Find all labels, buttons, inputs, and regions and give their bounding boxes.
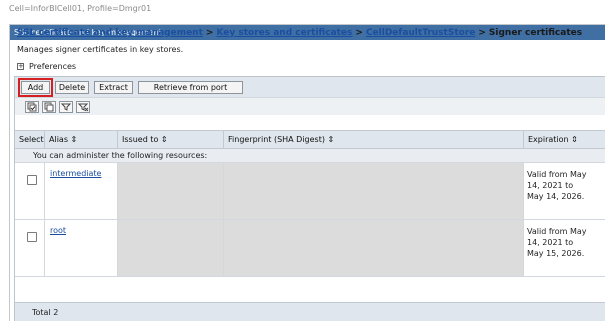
alias-column-header[interactable]: Alias ⇕ <box>45 131 118 148</box>
table-header-row: Select Alias ⇕ Issued to ⇕ Fingerprint (… <box>15 130 605 149</box>
redacted-fingerprint <box>224 163 523 219</box>
breadcrumb-separator: > <box>205 28 214 38</box>
clear-filter-icon[interactable] <box>76 101 90 113</box>
expiration-cell: Valid from May 14, 2021 to May 15, 2026. <box>524 220 605 276</box>
fingerprint-cell <box>224 163 524 219</box>
issued-to-cell <box>118 220 224 276</box>
row-checkbox[interactable] <box>27 175 37 185</box>
select-cell <box>15 163 45 219</box>
breadcrumb-separator: > <box>478 28 486 38</box>
expiration-text: Valid from May 14, 2021 to May 14, 2026. <box>527 170 587 201</box>
fingerprint-column-label: Fingerprint (SHA Digest) <box>228 135 325 144</box>
expiration-column-header[interactable]: Expiration ⇕ <box>524 131 605 148</box>
redacted-issued-to <box>118 163 223 219</box>
select-cell <box>15 220 45 276</box>
icon-toolbar <box>15 97 605 115</box>
expiration-column-label: Expiration <box>528 135 569 144</box>
show-filter-icon[interactable] <box>59 101 73 113</box>
delete-button[interactable]: Delete <box>55 81 89 94</box>
fingerprint-column-header[interactable]: Fingerprint (SHA Digest) ⇕ <box>224 131 524 148</box>
issued-to-cell <box>118 163 224 219</box>
sort-icon[interactable]: ⇕ <box>161 135 168 144</box>
plus-box-icon[interactable]: + <box>17 63 24 70</box>
deselect-all-icon[interactable] <box>42 101 56 113</box>
breadcrumb-ssl-link[interactable]: SSL certificate and key management <box>17 28 203 38</box>
breadcrumb: SSL certificate and key management > Key s… <box>17 28 582 38</box>
extract-button[interactable]: Extract <box>94 81 133 94</box>
expiration-text: Valid from May 14, 2021 to May 15, 2026. <box>527 227 587 258</box>
cell-profile-label: Cell=InforBICell01, Profile=Dmgr01 <box>9 4 152 13</box>
signer-certificates-table: Add Delete Extract Retrieve from port Se… <box>14 76 605 321</box>
table-row: root Valid from May 14, 2021 to May 15, … <box>15 220 605 277</box>
breadcrumb-separator: > <box>355 28 363 38</box>
preferences-label: Preferences <box>29 62 77 71</box>
select-all-icon[interactable] <box>25 101 39 113</box>
admin-message: You can administer the following resourc… <box>15 149 605 163</box>
table-row: intermediate Valid from May 14, 2021 to … <box>15 163 605 220</box>
total-count: Total 2 <box>15 302 605 321</box>
preferences-toggle[interactable]: + Preferences <box>17 62 76 71</box>
alias-link-intermediate[interactable]: intermediate <box>50 169 101 178</box>
retrieve-from-port-button[interactable]: Retrieve from port <box>138 81 243 94</box>
breadcrumb-keystores-link[interactable]: Key stores and certificates <box>216 28 352 38</box>
redacted-issued-to <box>118 220 223 276</box>
breadcrumb-current: Signer certificates <box>488 28 583 38</box>
fingerprint-cell <box>224 220 524 276</box>
select-column-header: Select <box>15 131 45 148</box>
expiration-cell: Valid from May 14, 2021 to May 14, 2026. <box>524 163 605 219</box>
button-toolbar: Add Delete Extract Retrieve from port <box>15 77 605 97</box>
alias-cell: intermediate <box>45 163 118 219</box>
alias-cell: root <box>45 220 118 276</box>
sort-icon[interactable]: ⇕ <box>71 135 78 144</box>
page-description: Manages signer certificates in key store… <box>17 45 184 54</box>
alias-column-label: Alias <box>49 135 68 144</box>
row-checkbox[interactable] <box>27 232 37 242</box>
alias-link-root[interactable]: root <box>50 226 66 235</box>
issued-to-column-label: Issued to <box>122 135 159 144</box>
sort-icon[interactable]: ⇕ <box>328 135 335 144</box>
issued-to-column-header[interactable]: Issued to ⇕ <box>118 131 224 148</box>
redacted-fingerprint <box>224 220 523 276</box>
breadcrumb-truststore-link[interactable]: CellDefaultTrustStore <box>366 28 475 38</box>
sort-icon[interactable]: ⇕ <box>571 135 578 144</box>
add-button[interactable]: Add <box>21 81 50 94</box>
